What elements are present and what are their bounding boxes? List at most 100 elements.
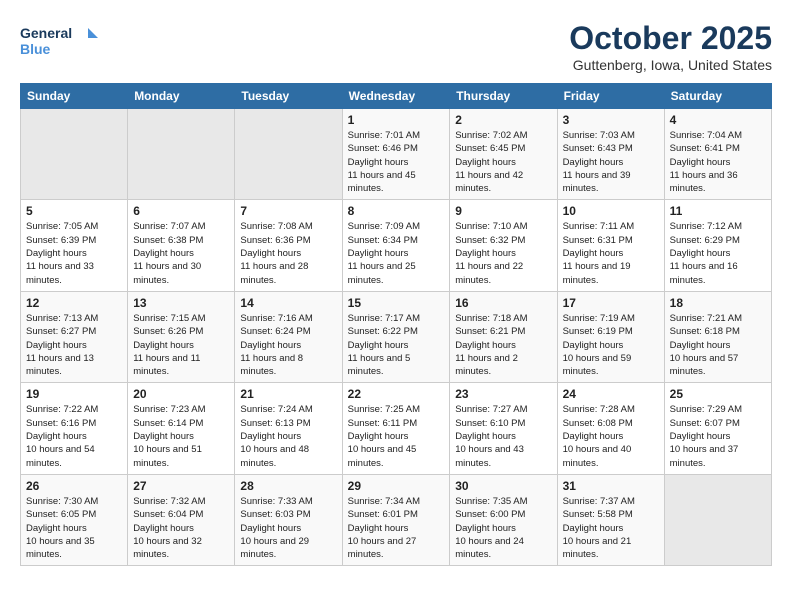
day-info: Sunrise: 7:30 AMSunset: 6:05 PMDaylight …	[26, 495, 122, 561]
day-info: Sunrise: 7:32 AMSunset: 6:04 PMDaylight …	[133, 495, 229, 561]
day-info: Sunrise: 7:37 AMSunset: 5:58 PMDaylight …	[563, 495, 659, 561]
day-info: Sunrise: 7:21 AMSunset: 6:18 PMDaylight …	[670, 312, 766, 378]
col-sunday: Sunday	[21, 84, 128, 109]
calendar-week-5: 26 Sunrise: 7:30 AMSunset: 6:05 PMDayligh…	[21, 474, 772, 565]
table-cell	[235, 109, 342, 200]
day-info: Sunrise: 7:12 AMSunset: 6:29 PMDaylight …	[670, 220, 766, 286]
table-cell: 10 Sunrise: 7:11 AMSunset: 6:31 PMDayligh…	[557, 200, 664, 291]
table-cell: 2Sunrise: 7:02 AMSunset: 6:45 PMDaylight…	[450, 109, 557, 200]
logo: General Blue	[20, 20, 100, 62]
day-number: 1	[348, 113, 445, 127]
day-number: 21	[240, 387, 336, 401]
day-info: Sunrise: 7:22 AMSunset: 6:16 PMDaylight …	[26, 403, 122, 469]
table-cell: 31 Sunrise: 7:37 AMSunset: 5:58 PMDayligh…	[557, 474, 664, 565]
table-cell: 17 Sunrise: 7:19 AMSunset: 6:19 PMDayligh…	[557, 291, 664, 382]
day-number: 12	[26, 296, 122, 310]
table-cell: 19Sunrise: 7:22 AMSunset: 6:16 PMDayligh…	[21, 383, 128, 474]
table-cell: 30 Sunrise: 7:35 AMSunset: 6:00 PMDayligh…	[450, 474, 557, 565]
table-cell: 29 Sunrise: 7:34 AMSunset: 6:01 PMDayligh…	[342, 474, 450, 565]
table-cell: 9 Sunrise: 7:10 AMSunset: 6:32 PMDaylight…	[450, 200, 557, 291]
day-info: Sunrise: 7:23 AMSunset: 6:14 PMDaylight …	[133, 403, 229, 469]
col-saturday: Saturday	[664, 84, 771, 109]
calendar-table: Sunday Monday Tuesday Wednesday Thursday…	[20, 83, 772, 566]
day-info: Sunrise: 7:05 AMSunset: 6:39 PMDaylight …	[26, 220, 122, 286]
day-number: 17	[563, 296, 659, 310]
col-monday: Monday	[128, 84, 235, 109]
col-wednesday: Wednesday	[342, 84, 450, 109]
day-info: Sunrise: 7:35 AMSunset: 6:00 PMDaylight …	[455, 495, 551, 561]
day-info: Sunrise: 7:29 AMSunset: 6:07 PMDaylight …	[670, 403, 766, 469]
day-info: Sunrise: 7:18 AMSunset: 6:21 PMDaylight …	[455, 312, 551, 378]
day-number: 10	[563, 204, 659, 218]
table-cell: 4Sunrise: 7:04 AMSunset: 6:41 PMDaylight…	[664, 109, 771, 200]
table-cell: 12Sunrise: 7:13 AMSunset: 6:27 PMDayligh…	[21, 291, 128, 382]
day-number: 5	[26, 204, 122, 218]
day-number: 13	[133, 296, 229, 310]
day-info: Sunrise: 7:34 AMSunset: 6:01 PMDaylight …	[348, 495, 445, 561]
day-number: 26	[26, 479, 122, 493]
table-cell: 28Sunrise: 7:33 AMSunset: 6:03 PMDayligh…	[235, 474, 342, 565]
day-info: Sunrise: 7:17 AMSunset: 6:22 PMDaylight …	[348, 312, 445, 378]
day-info: Sunrise: 7:08 AMSunset: 6:36 PMDaylight …	[240, 220, 336, 286]
day-number: 29	[348, 479, 445, 493]
day-number: 25	[670, 387, 766, 401]
table-cell: 25 Sunrise: 7:29 AMSunset: 6:07 PMDayligh…	[664, 383, 771, 474]
day-number: 23	[455, 387, 551, 401]
day-number: 6	[133, 204, 229, 218]
table-cell: 15 Sunrise: 7:17 AMSunset: 6:22 PMDayligh…	[342, 291, 450, 382]
day-number: 24	[563, 387, 659, 401]
calendar-header-row: Sunday Monday Tuesday Wednesday Thursday…	[21, 84, 772, 109]
day-info: Sunrise: 7:33 AMSunset: 6:03 PMDaylight …	[240, 495, 336, 561]
svg-text:General: General	[20, 25, 72, 41]
table-cell: 22 Sunrise: 7:25 AMSunset: 6:11 PMDayligh…	[342, 383, 450, 474]
day-number: 11	[670, 204, 766, 218]
day-info: Sunrise: 7:10 AMSunset: 6:32 PMDaylight …	[455, 220, 551, 286]
day-number: 2	[455, 113, 551, 127]
day-number: 15	[348, 296, 445, 310]
day-info: Sunrise: 7:25 AMSunset: 6:11 PMDaylight …	[348, 403, 445, 469]
day-number: 30	[455, 479, 551, 493]
table-cell: 20 Sunrise: 7:23 AMSunset: 6:14 PMDayligh…	[128, 383, 235, 474]
day-number: 31	[563, 479, 659, 493]
day-number: 14	[240, 296, 336, 310]
table-cell: 23 Sunrise: 7:27 AMSunset: 6:10 PMDayligh…	[450, 383, 557, 474]
day-info: Sunrise: 7:16 AMSunset: 6:24 PMDaylight …	[240, 312, 336, 378]
col-friday: Friday	[557, 84, 664, 109]
day-info: Sunrise: 7:15 AMSunset: 6:26 PMDaylight …	[133, 312, 229, 378]
location: Guttenberg, Iowa, United States	[569, 57, 772, 73]
day-info: Sunrise: 7:03 AMSunset: 6:43 PMDaylight …	[563, 129, 659, 195]
table-cell: 26 Sunrise: 7:30 AMSunset: 6:05 PMDayligh…	[21, 474, 128, 565]
day-info: Sunrise: 7:19 AMSunset: 6:19 PMDaylight …	[563, 312, 659, 378]
day-number: 20	[133, 387, 229, 401]
day-info: Sunrise: 7:07 AMSunset: 6:38 PMDaylight …	[133, 220, 229, 286]
table-cell: 14 Sunrise: 7:16 AMSunset: 6:24 PMDayligh…	[235, 291, 342, 382]
day-number: 22	[348, 387, 445, 401]
day-number: 3	[563, 113, 659, 127]
day-number: 4	[670, 113, 766, 127]
table-cell	[128, 109, 235, 200]
table-cell: 3 Sunrise: 7:03 AMSunset: 6:43 PMDaylight…	[557, 109, 664, 200]
day-number: 16	[455, 296, 551, 310]
title-block: October 2025 Guttenberg, Iowa, United St…	[569, 20, 772, 73]
table-cell: 24 Sunrise: 7:28 AMSunset: 6:08 PMDayligh…	[557, 383, 664, 474]
table-cell: 16 Sunrise: 7:18 AMSunset: 6:21 PMDayligh…	[450, 291, 557, 382]
table-cell	[21, 109, 128, 200]
calendar-week-1: 1 Sunrise: 7:01 AMSunset: 6:46 PMDaylight…	[21, 109, 772, 200]
day-info: Sunrise: 7:24 AMSunset: 6:13 PMDaylight …	[240, 403, 336, 469]
calendar-week-4: 19Sunrise: 7:22 AMSunset: 6:16 PMDayligh…	[21, 383, 772, 474]
day-info: Sunrise: 7:11 AMSunset: 6:31 PMDaylight …	[563, 220, 659, 286]
col-tuesday: Tuesday	[235, 84, 342, 109]
table-cell: 5 Sunrise: 7:05 AMSunset: 6:39 PMDaylight…	[21, 200, 128, 291]
day-number: 18	[670, 296, 766, 310]
table-cell: 18 Sunrise: 7:21 AMSunset: 6:18 PMDayligh…	[664, 291, 771, 382]
day-number: 7	[240, 204, 336, 218]
month-title: October 2025	[569, 20, 772, 57]
day-info: Sunrise: 7:01 AMSunset: 6:46 PMDaylight …	[348, 129, 445, 195]
calendar-week-3: 12Sunrise: 7:13 AMSunset: 6:27 PMDayligh…	[21, 291, 772, 382]
day-info: Sunrise: 7:28 AMSunset: 6:08 PMDaylight …	[563, 403, 659, 469]
day-info: Sunrise: 7:27 AMSunset: 6:10 PMDaylight …	[455, 403, 551, 469]
table-cell: 13 Sunrise: 7:15 AMSunset: 6:26 PMDayligh…	[128, 291, 235, 382]
table-cell: 27Sunrise: 7:32 AMSunset: 6:04 PMDayligh…	[128, 474, 235, 565]
day-number: 9	[455, 204, 551, 218]
table-cell: 21 Sunrise: 7:24 AMSunset: 6:13 PMDayligh…	[235, 383, 342, 474]
